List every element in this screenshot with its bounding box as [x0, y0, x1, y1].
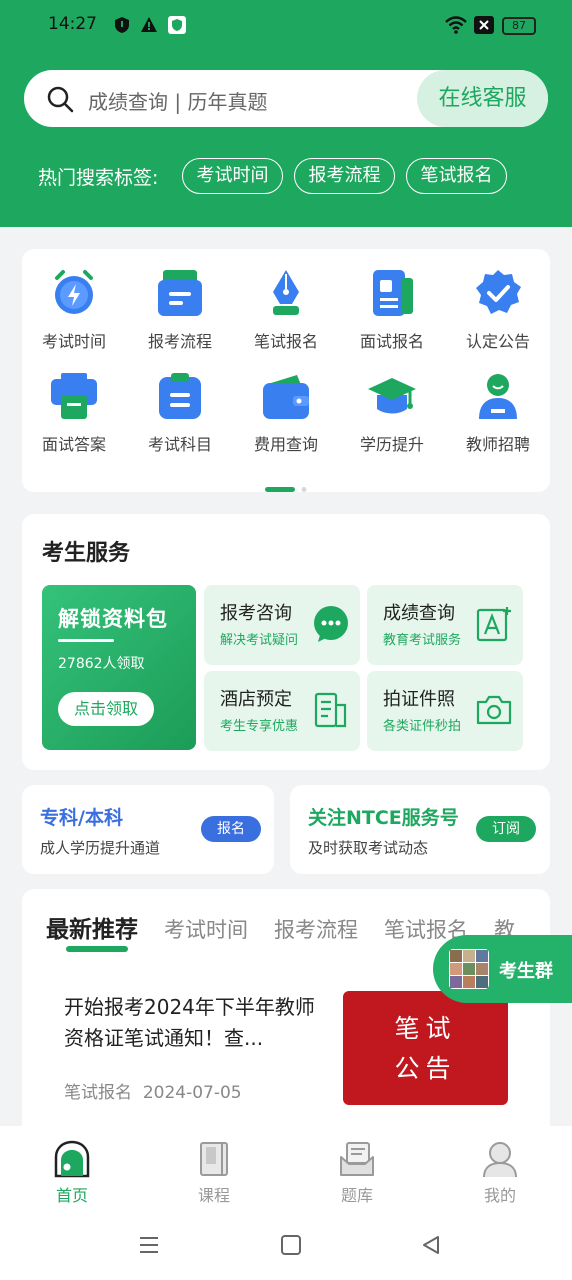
service-id-photo[interactable]: 拍证件照 各类证件秒拍: [367, 671, 523, 751]
chat-bubble-icon: [312, 605, 350, 643]
nav-mine[interactable]: 我的: [460, 1140, 540, 1206]
form-tray-icon: [155, 268, 205, 318]
hot-tag-apply-process[interactable]: 报考流程: [294, 158, 395, 194]
tab-exam-time[interactable]: 考试时间: [164, 914, 248, 944]
home-square-icon[interactable]: [280, 1234, 302, 1260]
status-time: 14:27: [48, 14, 97, 34]
warning-icon: [140, 16, 158, 38]
grid-item-interview-signup[interactable]: 面试报名: [339, 268, 445, 352]
inbox-icon: [338, 1140, 376, 1178]
hot-tag-written-signup[interactable]: 笔试报名: [406, 158, 507, 194]
resource-pack-promo[interactable]: 解锁资料包 27862人领取 点击领取: [42, 585, 196, 750]
subscribe-button[interactable]: 订阅: [476, 816, 536, 842]
grid-item-certification-notice[interactable]: 认定公告: [445, 268, 551, 352]
document-list-icon: [367, 268, 417, 318]
verified-badge-icon: [473, 268, 523, 318]
service-hotel[interactable]: 酒店预定 考生专享优惠: [204, 671, 360, 751]
teacher-icon: [473, 371, 523, 421]
news-item-date: 2024-07-05: [142, 1083, 242, 1103]
nav-home[interactable]: 首页: [32, 1140, 112, 1206]
student-group-float-button[interactable]: 考生群: [433, 935, 572, 1003]
degree-promo-card[interactable]: 专科/本科 成人学历提升通道 报名: [22, 785, 274, 874]
group-avatar-icon: [449, 949, 489, 989]
score-letter-icon: [475, 605, 513, 643]
news-item-thumbnail[interactable]: 笔试 公告: [343, 991, 508, 1105]
ntce-promo-subtitle: 及时获取考试动态: [308, 839, 429, 857]
news-item-meta: 笔试报名 2024-07-05: [64, 1078, 242, 1103]
search-icon: [46, 85, 74, 117]
claim-button[interactable]: 点击领取: [58, 692, 154, 726]
ntce-promo-card[interactable]: 关注NTCE服务号 及时获取考试动态 订阅: [290, 785, 550, 874]
shield-status-icon: [114, 16, 130, 39]
battery-indicator: 87: [502, 17, 536, 35]
camera-icon: [475, 691, 513, 729]
service-score-query[interactable]: 成绩查询 教育考试服务: [367, 585, 523, 665]
signup-button[interactable]: 报名: [201, 816, 261, 842]
student-group-label: 考生群: [499, 961, 553, 982]
grid-item-apply-process[interactable]: 报考流程: [127, 268, 233, 352]
pen-nib-icon: [261, 268, 311, 318]
search-placeholder[interactable]: 成绩查询 | 历年真题: [88, 86, 267, 115]
news-item-category: 笔试报名: [64, 1083, 132, 1103]
grid-item-written-signup[interactable]: 笔试报名: [233, 268, 339, 352]
active-tab-indicator: [66, 946, 128, 952]
search-bar[interactable]: 成绩查询 | 历年真题 在线客服: [24, 70, 548, 127]
book-icon: [195, 1140, 233, 1178]
back-icon[interactable]: [420, 1234, 442, 1260]
service-consult[interactable]: 报考咨询 解决考试疑问: [204, 585, 360, 665]
grid-item-degree-upgrade[interactable]: 学历提升: [339, 371, 445, 455]
hot-search-label: 热门搜索标签:: [38, 167, 159, 189]
grid-item-interview-answers[interactable]: 面试答案: [21, 371, 127, 455]
nav-question-bank[interactable]: 题库: [317, 1140, 397, 1206]
promo-title: 解锁资料包: [58, 607, 168, 631]
user-icon: [481, 1140, 519, 1178]
grid-item-teacher-recruit[interactable]: 教师招聘: [445, 371, 551, 455]
ntce-promo-title: 关注NTCE服务号: [308, 807, 459, 829]
menu-icon[interactable]: [138, 1234, 160, 1260]
degree-promo-title: 专科/本科: [40, 807, 123, 829]
promo-count: 27862人领取: [58, 656, 145, 672]
wallet-icon: [261, 371, 311, 421]
grid-item-exam-subjects[interactable]: 考试科目: [127, 371, 233, 455]
alarm-clock-icon: [49, 268, 99, 318]
home-icon: [53, 1140, 91, 1178]
hotel-building-icon: [312, 691, 350, 729]
no-sim-icon: [474, 16, 494, 39]
grid-item-fee-query[interactable]: 费用查询: [233, 371, 339, 455]
clipboard-icon: [155, 371, 205, 421]
status-bar: 14:27 87: [0, 12, 572, 40]
tab-apply-process[interactable]: 报考流程: [274, 914, 358, 944]
printer-icon: [49, 371, 99, 421]
online-service-button[interactable]: 在线客服: [417, 70, 548, 127]
nav-courses[interactable]: 课程: [174, 1140, 254, 1206]
news-item-title[interactable]: 开始报考2024年下半年教师资格证笔试通知！查...: [64, 992, 330, 1054]
security-app-icon: [168, 16, 186, 39]
hot-tag-exam-time[interactable]: 考试时间: [182, 158, 283, 194]
graduation-cap-icon: [367, 371, 417, 421]
grid-item-exam-time[interactable]: 考试时间: [21, 268, 127, 352]
wifi-icon: [444, 16, 468, 39]
system-nav-bar: [0, 1216, 572, 1280]
student-services-title: 考生服务: [42, 541, 131, 566]
bottom-nav: 首页 课程 题库 我的: [0, 1126, 572, 1216]
promo-underline: [58, 639, 114, 642]
tab-latest[interactable]: 最新推荐: [46, 910, 138, 944]
degree-promo-subtitle: 成人学历提升通道: [40, 839, 161, 857]
page-indicator: [265, 478, 309, 497]
